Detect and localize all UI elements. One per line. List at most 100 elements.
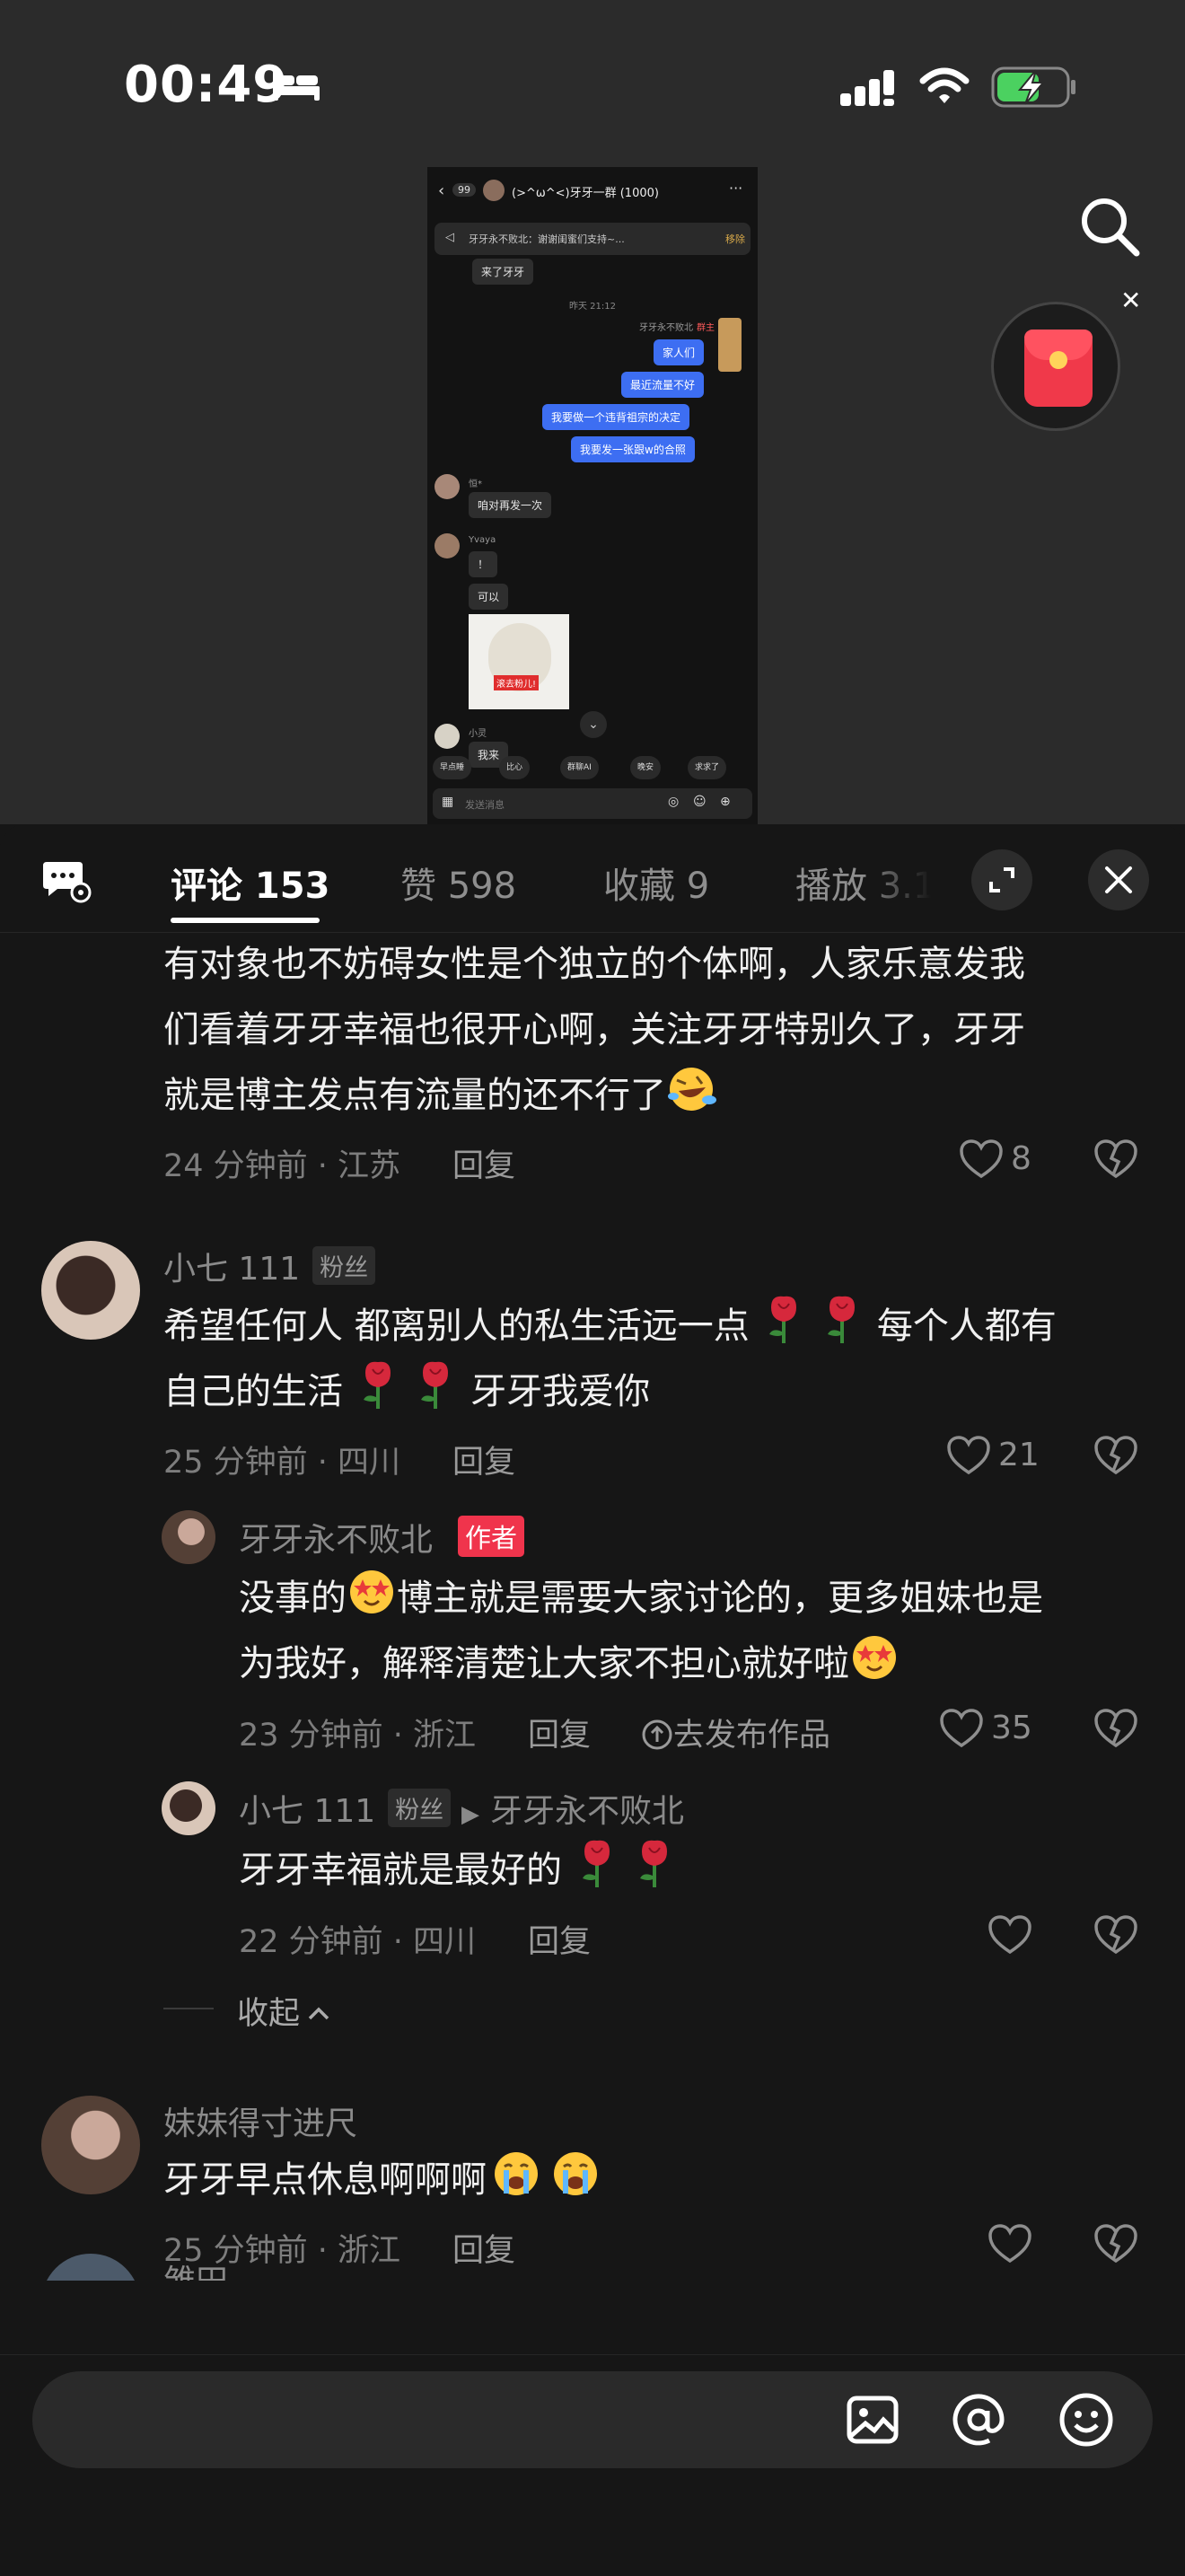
collapse-label: 收起 — [237, 1996, 301, 2032]
video-preview[interactable]: ‹ 99 (>^ω^<)牙牙一群 (1000) ··· ◁ 牙牙永不败北：谢谢闺… — [427, 167, 758, 824]
avatar[interactable] — [41, 2096, 140, 2194]
avatar[interactable] — [41, 1241, 140, 1340]
chat-bubble: 最近流量不好 — [621, 372, 705, 398]
input-placeholder: 发送消息 — [465, 799, 505, 811]
status-bar: 00:49 — [0, 0, 1185, 135]
user-avatar — [434, 474, 460, 499]
group-avatar — [483, 180, 505, 201]
comment-text: 牙牙早点休息啊啊啊 — [163, 2148, 605, 2213]
video-area[interactable]: 00:49 ✕ ‹ 99 (>^ω^<)牙牙一群 (1000) ··· ◁ 牙牙… — [0, 0, 1185, 824]
red-packet-button[interactable] — [991, 302, 1120, 431]
dislike-icon[interactable] — [1093, 1914, 1138, 1956]
quick-action: 群聊AI — [560, 756, 599, 779]
comment-meta: 25 分钟前 · 四川 — [163, 1445, 401, 1481]
comment-text-part: 牙牙我爱你 — [470, 1371, 651, 1412]
user-avatar — [434, 533, 460, 558]
reply-to-name: 牙牙永不败北 — [490, 1793, 685, 1830]
user-name: 恒* — [469, 479, 482, 489]
dislike-icon[interactable] — [1093, 1139, 1138, 1180]
image-icon[interactable] — [844, 2391, 901, 2449]
comment-text-part: 博主就是需要大家讨论的，更多姐妹也是 — [397, 1578, 1043, 1619]
comment-text: 自己的生活 牙牙我爱你 — [163, 1358, 650, 1425]
like-count: 21 — [998, 1437, 1040, 1473]
comment-input[interactable] — [32, 2371, 1153, 2468]
tab-comments[interactable]: 评论 153 — [171, 857, 329, 909]
comment-text: 希望任何人 都离别人的私生活远一点 每个人都有 — [163, 1293, 1057, 1359]
red-envelope-icon — [1024, 330, 1093, 407]
comment-text: 没事的 博主就是需要大家讨论的，更多姐妹也是 — [239, 1566, 1043, 1631]
dislike-icon[interactable] — [1093, 1708, 1138, 1749]
comment-text: 有对象也不妨碍女性是个独立的个体啊，人家乐意发我 — [163, 944, 1025, 985]
comment-list[interactable]: 有对象也不妨碍女性是个独立的个体啊，人家乐意发我 们看着牙牙幸福也很开心啊，关注… — [0, 932, 1185, 2281]
emoji-icon[interactable] — [1058, 2391, 1115, 2449]
comment-text: 为我好，解释清楚让大家不担心就好啦 — [239, 1631, 900, 1697]
comment-panel: 评论 153 赞 598 收藏 9 播放 3.1 有对象也不妨碍女性是个独立的个… — [0, 824, 1185, 2576]
reply-button[interactable]: 回复 — [452, 2225, 515, 2271]
reply-button[interactable]: 回复 — [528, 1710, 591, 1755]
loudly-crying-emoji — [495, 2152, 538, 2195]
group-notice: ◁ 牙牙永不败北：谢谢闺蜜们支持~... 移除 — [434, 223, 750, 255]
chevron-up-icon — [308, 2007, 329, 2020]
reply-to[interactable]: ▶ 牙牙永不败北 — [461, 1785, 684, 1832]
comment-author[interactable]: 小七 111 粉丝 — [163, 1243, 376, 1289]
chat-bubble: ！ — [469, 551, 498, 577]
avatar[interactable] — [162, 1781, 215, 1835]
quick-action: 求求了 — [688, 756, 727, 779]
battery-charging-icon — [991, 66, 1075, 108]
starstruck-emoji — [350, 1570, 393, 1613]
plus-icon: ⊕ — [720, 795, 731, 809]
avatar[interactable] — [162, 1510, 215, 1564]
author-name: 小七 111 — [163, 1251, 301, 1288]
like-button[interactable]: 8 — [959, 1139, 1031, 1183]
tab-likes[interactable]: 赞 598 — [400, 857, 516, 909]
chat-bubble: 来了牙牙 — [472, 259, 534, 285]
comment-settings-icon[interactable] — [41, 858, 92, 903]
fan-badge: 粉丝 — [312, 1246, 376, 1285]
like-button[interactable]: 21 — [946, 1435, 1040, 1480]
reply-author[interactable]: 小七 111 粉丝 — [239, 1785, 452, 1832]
heart-icon — [960, 1139, 1003, 1179]
close-red-packet-icon[interactable]: ✕ — [1120, 286, 1141, 315]
rose-emoji — [363, 1361, 391, 1409]
comment-author[interactable]: 雏田 — [163, 2255, 228, 2281]
search-icon[interactable] — [1077, 194, 1142, 259]
expand-button[interactable] — [971, 849, 1032, 910]
laughing-crying-emoji — [668, 1068, 716, 1111]
reply-arrow-icon: ▶ — [461, 1801, 479, 1828]
more-icon: ··· — [729, 180, 743, 197]
dislike-icon[interactable] — [1093, 1435, 1138, 1476]
reply-button[interactable]: 回复 — [452, 1437, 515, 1482]
collapse-replies-button[interactable]: 收起 — [237, 1988, 332, 2034]
dislike-icon[interactable] — [1093, 2223, 1138, 2264]
chat-bubble: 家人们 — [654, 339, 705, 365]
sender-tag: 群主 — [697, 323, 715, 333]
comment-text-part: 没事的 — [239, 1578, 347, 1619]
comment-author[interactable]: 妹妹得寸进尺 — [163, 2097, 357, 2144]
chat-time: 昨天 21:12 — [569, 302, 616, 312]
scroll-down-icon: ⌄ — [580, 711, 607, 738]
heart-icon — [947, 1436, 990, 1475]
chat-bubble: 我要做一个违背祖宗的决定 — [542, 404, 690, 430]
mention-icon[interactable] — [950, 2391, 1007, 2449]
comment-text-part: 为我好，解释清楚让大家不担心就好啦 — [239, 1643, 849, 1684]
heart-icon[interactable] — [988, 2223, 1032, 2264]
like-count: 35 — [991, 1710, 1032, 1746]
reply-button[interactable]: 回复 — [452, 1140, 515, 1186]
user-avatar — [434, 724, 460, 749]
close-button[interactable] — [1088, 849, 1149, 910]
close-icon — [1105, 866, 1132, 893]
reply-author[interactable]: 牙牙永不败北 — [239, 1514, 433, 1561]
like-button[interactable]: 35 — [939, 1708, 1032, 1753]
comment-text: 就是博主发点有流量的还不行了 — [163, 1063, 720, 1129]
tab-favorites[interactable]: 收藏 9 — [603, 857, 709, 909]
comment-text: 牙牙幸福就是最好的 — [239, 1837, 678, 1903]
loudly-crying-emoji — [554, 2152, 597, 2195]
publish-work-button[interactable]: 去发布作品 — [641, 1710, 830, 1755]
avatar[interactable] — [41, 2254, 140, 2281]
reply-button[interactable]: 回复 — [528, 1916, 591, 1962]
heart-icon[interactable] — [988, 1914, 1032, 1956]
rose-emoji — [769, 1296, 797, 1343]
comment-meta: 23 分钟前 · 浙江 — [239, 1718, 477, 1754]
quick-action: 比心 — [499, 756, 531, 779]
speaker-icon: ◁ — [445, 231, 454, 244]
